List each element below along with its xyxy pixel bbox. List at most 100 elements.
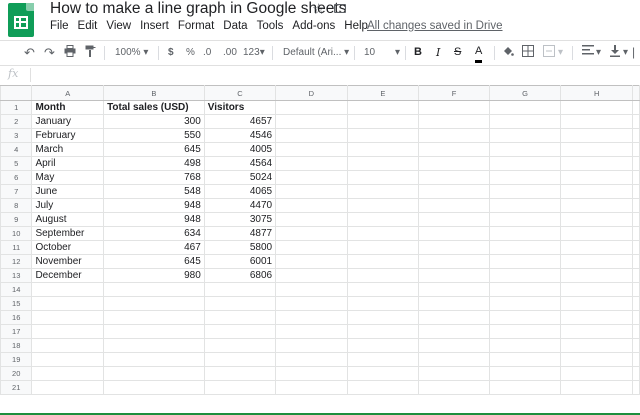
cell[interactable]: 634 [103,226,205,241]
cell[interactable] [103,282,205,297]
italic-button[interactable]: I [436,45,440,60]
cell[interactable] [346,128,420,143]
cell[interactable] [275,282,348,297]
cell[interactable] [203,310,277,325]
cell[interactable] [560,142,633,157]
cell[interactable] [632,128,640,143]
row-header[interactable]: 6 [0,170,33,185]
column-header-d[interactable]: D [275,85,348,101]
font-size-select[interactable]: 10 [364,45,375,60]
cell[interactable]: 548 [103,184,205,199]
vertical-align-dropdown-icon[interactable]: ▾ [623,45,628,60]
column-header-c[interactable]: C [203,85,277,101]
cell[interactable] [560,296,633,311]
cell[interactable] [488,380,562,395]
cell[interactable] [560,184,633,199]
menu-file[interactable]: File [50,20,69,36]
cell[interactable]: November [31,254,105,269]
cell[interactable] [560,310,633,325]
vertical-align-icon[interactable] [610,45,620,60]
cell[interactable] [632,310,640,325]
cell[interactable]: 4657 [203,114,277,129]
text-color-button[interactable]: A [475,45,483,63]
cell[interactable] [31,352,105,367]
menu-help[interactable]: Help [344,20,368,36]
cell[interactable] [275,254,348,269]
column-header-b[interactable]: B [103,85,205,101]
cell[interactable] [275,380,348,395]
cell[interactable] [275,296,348,311]
row-header[interactable]: 1 [0,100,33,115]
menu-add-ons[interactable]: Add-ons [292,20,335,36]
cell[interactable] [31,324,105,339]
row-header[interactable]: 9 [0,212,33,227]
cell[interactable] [346,142,420,157]
cell[interactable] [632,366,640,381]
cell[interactable]: 6001 [203,254,277,269]
cell[interactable] [418,352,490,367]
menu-view[interactable]: View [106,20,131,36]
cell[interactable] [346,254,420,269]
cell[interactable] [203,380,277,395]
cell[interactable] [103,366,205,381]
cell[interactable] [488,100,562,115]
row-header[interactable]: 7 [0,184,33,199]
cell[interactable]: Total sales (USD) [103,100,205,115]
cell[interactable]: June [31,184,105,199]
cell[interactable] [346,296,420,311]
cell[interactable] [418,366,490,381]
menu-edit[interactable]: Edit [78,20,98,36]
cell[interactable] [488,296,562,311]
cell[interactable] [275,324,348,339]
column-header-h[interactable]: H [560,85,633,101]
cell[interactable]: March [31,142,105,157]
cell[interactable] [632,114,640,129]
column-header-a[interactable]: A [31,85,105,101]
cell[interactable] [203,366,277,381]
font-select[interactable]: Default (Ari... ▾ [283,45,349,60]
column-header-extra[interactable] [632,85,640,101]
row-header[interactable]: 14 [0,282,33,297]
cell[interactable] [275,310,348,325]
cell[interactable] [275,198,348,213]
document-title[interactable]: How to make a line graph in Google sheet… [50,0,346,18]
cell[interactable] [488,128,562,143]
menu-format[interactable]: Format [178,20,214,36]
row-header[interactable]: 15 [0,296,33,311]
row-header[interactable]: 21 [0,380,33,395]
cell[interactable] [275,128,348,143]
cell[interactable]: 768 [103,170,205,185]
cell[interactable] [418,324,490,339]
horizontal-align-icon[interactable] [582,45,594,60]
more-formats-select[interactable]: 123▾ [243,45,265,60]
cell[interactable] [488,310,562,325]
cell[interactable] [275,100,348,115]
percent-format-button[interactable]: % [186,45,195,60]
cell[interactable]: 3075 [203,212,277,227]
cell[interactable] [346,310,420,325]
cell[interactable] [418,310,490,325]
cell[interactable] [632,226,640,241]
cell[interactable] [418,226,490,241]
cell[interactable]: 4546 [203,128,277,143]
cell[interactable] [632,100,640,115]
decrease-decimal-button[interactable]: .0 [203,45,211,60]
spreadsheet-grid[interactable]: ABCDEFGH 1 Month Total sales (USD) Visitors… [0,85,640,395]
cell[interactable] [632,212,640,227]
cell[interactable]: April [31,156,105,171]
row-header[interactable]: 13 [0,268,33,283]
cell[interactable] [275,184,348,199]
cell[interactable]: December [31,268,105,283]
cell[interactable]: 4005 [203,142,277,157]
move-to-folder-icon[interactable] [334,4,346,13]
row-header[interactable]: 20 [0,366,33,381]
row-header[interactable]: 19 [0,352,33,367]
cell[interactable] [275,170,348,185]
cell[interactable]: 948 [103,212,205,227]
cell[interactable] [418,100,490,115]
more-toolbar-icon[interactable]: | [632,45,635,60]
sheet-table[interactable]: ABCDEFGH 1 Month Total sales (USD) Visitors… [0,85,640,395]
cell[interactable] [418,142,490,157]
column-header-f[interactable]: F [418,85,490,101]
cell[interactable] [346,184,420,199]
